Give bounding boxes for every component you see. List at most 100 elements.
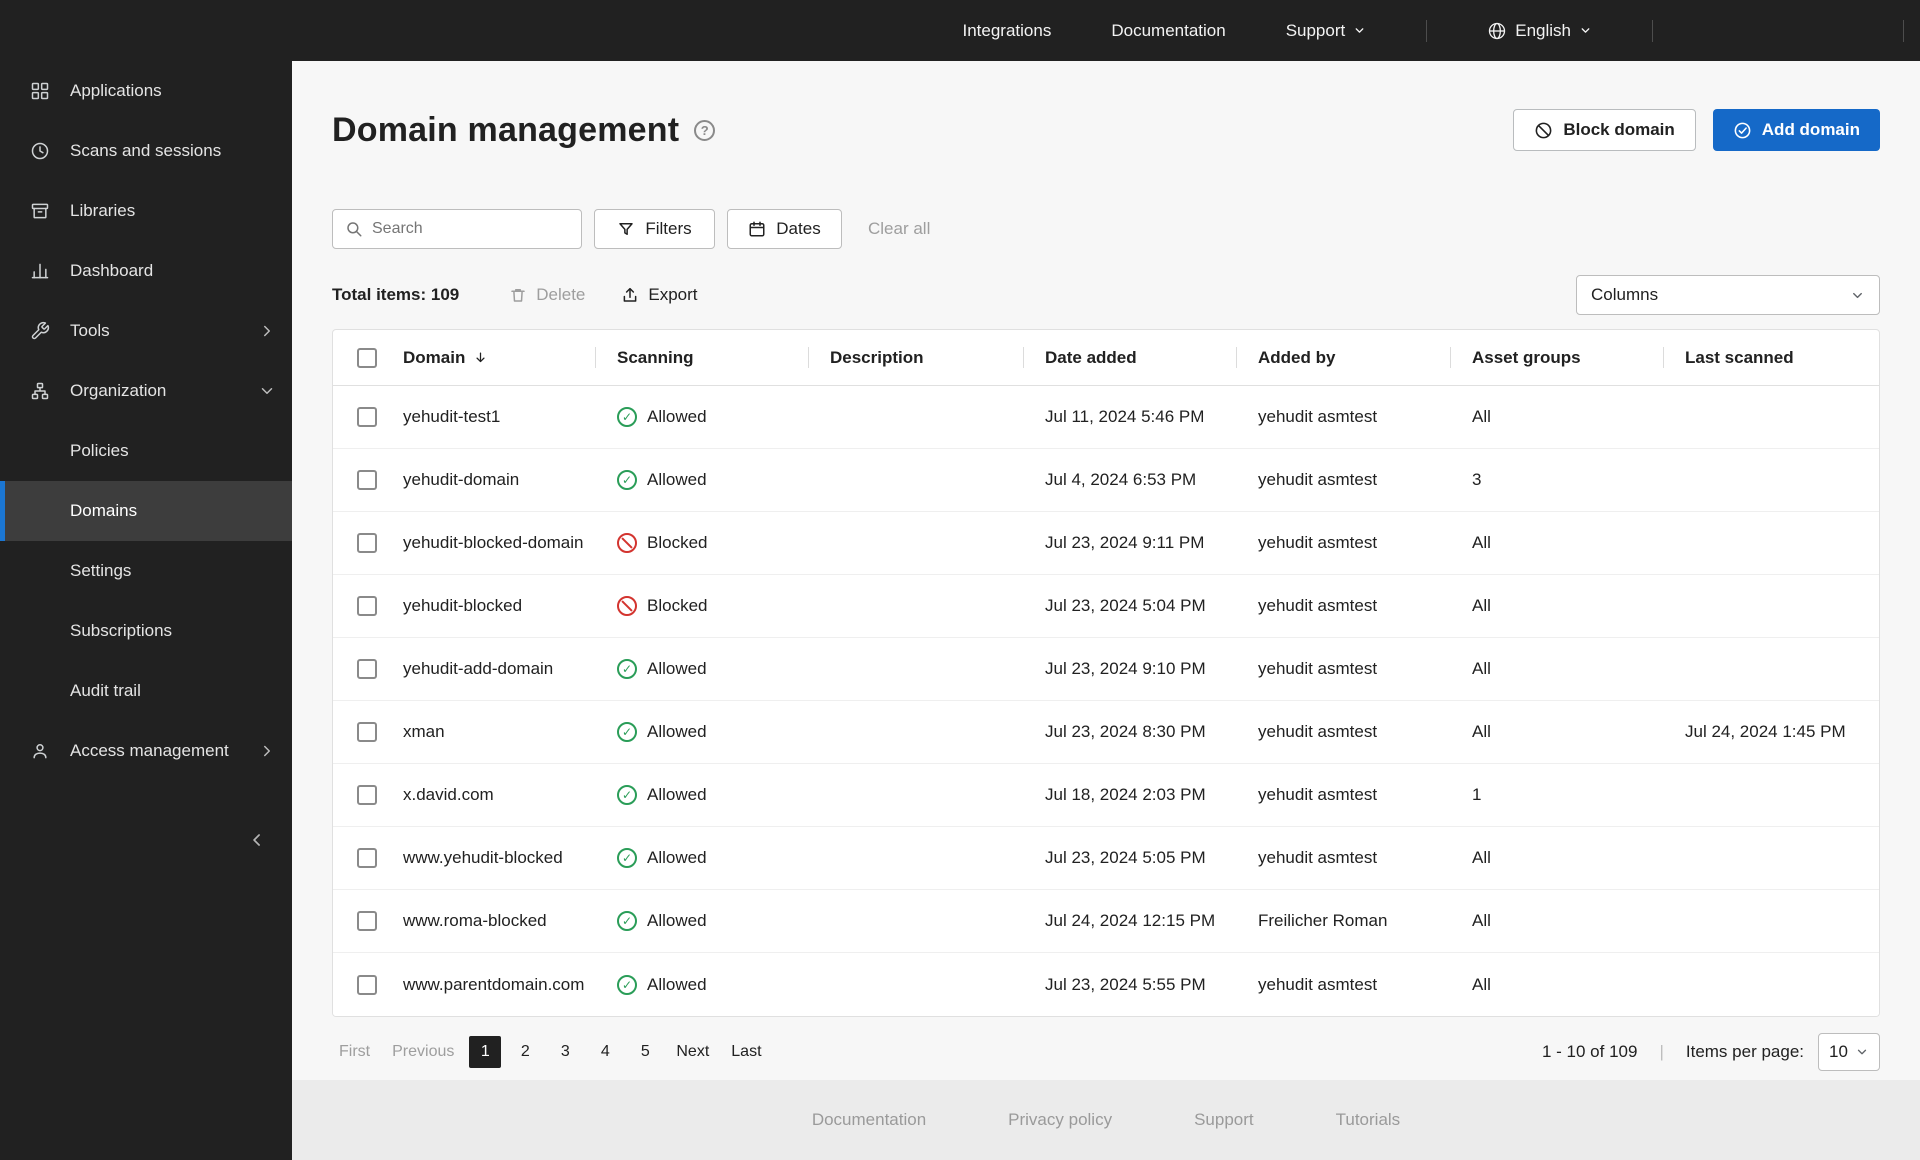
table-row[interactable]: www.yehudit-blocked Allowed Jul 23, 2024… bbox=[333, 827, 1879, 890]
table-row[interactable]: yehudit-add-domain Allowed Jul 23, 2024 … bbox=[333, 638, 1879, 701]
scanning-cell: Allowed bbox=[595, 659, 808, 679]
chevron-down-icon bbox=[1353, 24, 1366, 37]
topbar-menu-support[interactable]: Support bbox=[1286, 21, 1367, 41]
pagination-page-3[interactable]: 3 bbox=[549, 1036, 581, 1068]
footer-link-privacy-policy[interactable]: Privacy policy bbox=[1008, 1110, 1112, 1130]
sidebar-item-audit-trail[interactable]: Audit trail bbox=[0, 661, 292, 721]
topbar-divider bbox=[1652, 19, 1653, 42]
pagination-page-4[interactable]: 4 bbox=[589, 1036, 621, 1068]
sidebar-item-policies[interactable]: Policies bbox=[0, 421, 292, 481]
table-row[interactable]: x.david.com Allowed Jul 18, 2024 2:03 PM… bbox=[333, 764, 1879, 827]
row-checkbox[interactable] bbox=[357, 533, 377, 553]
sidebar-item-dashboard[interactable]: Dashboard bbox=[0, 241, 292, 301]
add-domain-button[interactable]: Add domain bbox=[1712, 109, 1880, 151]
pagination-first-button[interactable]: First bbox=[332, 1036, 377, 1068]
domain-cell: yehudit-add-domain bbox=[403, 659, 554, 678]
table-row[interactable]: www.roma-blocked Allowed Jul 24, 2024 12… bbox=[333, 890, 1879, 953]
column-header-domain[interactable]: Domain bbox=[389, 330, 595, 385]
sidebar-item-label: Domains bbox=[70, 501, 138, 520]
chevron-down-icon bbox=[258, 382, 276, 400]
sidebar-item-access-management[interactable]: Access management bbox=[0, 721, 292, 781]
select-all-checkbox[interactable] bbox=[357, 347, 377, 368]
asset-groups-cell: All bbox=[1472, 911, 1491, 930]
row-checkbox[interactable] bbox=[357, 407, 377, 427]
row-checkbox[interactable] bbox=[357, 596, 377, 616]
table-row[interactable]: yehudit-domain Allowed Jul 4, 2024 6:53 … bbox=[333, 449, 1879, 512]
sidebar-item-label: Access management bbox=[70, 741, 229, 760]
footer: Documentation Privacy policy Support Tut… bbox=[292, 1080, 1920, 1160]
row-checkbox[interactable] bbox=[357, 848, 377, 868]
table-row[interactable]: www.parentdomain.com Allowed Jul 23, 202… bbox=[333, 953, 1879, 1016]
added-by-cell: yehudit asmtest bbox=[1258, 407, 1378, 426]
added-by-cell: yehudit asmtest bbox=[1258, 785, 1378, 804]
row-checkbox[interactable] bbox=[357, 470, 377, 490]
sidebar-item-subscriptions[interactable]: Subscriptions bbox=[0, 601, 292, 661]
search-box bbox=[332, 209, 582, 249]
column-header-date-added: Date added bbox=[1023, 330, 1236, 385]
search-icon bbox=[345, 220, 363, 238]
clear-all-button[interactable]: Clear all bbox=[868, 219, 930, 239]
block-domain-button[interactable]: Block domain bbox=[1513, 109, 1696, 151]
date-added-cell: Jul 23, 2024 9:11 PM bbox=[1045, 533, 1205, 552]
topbar-link-integrations[interactable]: Integrations bbox=[963, 21, 1052, 41]
column-header-added-by: Added by bbox=[1236, 330, 1450, 385]
row-checkbox[interactable] bbox=[357, 722, 377, 742]
chevron-down-icon bbox=[1850, 288, 1865, 303]
footer-link-documentation[interactable]: Documentation bbox=[812, 1110, 926, 1130]
add-check-icon bbox=[1733, 121, 1752, 140]
sidebar-item-organization[interactable]: Organization bbox=[0, 361, 292, 421]
columns-select[interactable]: Columns bbox=[1576, 275, 1880, 315]
table-row[interactable]: yehudit-test1 Allowed Jul 11, 2024 5:46 … bbox=[333, 386, 1879, 449]
pagination-page-2[interactable]: 2 bbox=[509, 1036, 541, 1068]
footer-link-support[interactable]: Support bbox=[1194, 1110, 1254, 1130]
sidebar: Applications Scans and sessions Librarie… bbox=[0, 0, 292, 1160]
date-added-cell: Jul 23, 2024 8:30 PM bbox=[1045, 722, 1206, 741]
sidebar-item-tools[interactable]: Tools bbox=[0, 301, 292, 361]
row-checkbox[interactable] bbox=[357, 911, 377, 931]
scanning-cell: Allowed bbox=[595, 974, 808, 995]
asset-groups-cell: 3 bbox=[1472, 470, 1482, 489]
dates-button[interactable]: Dates bbox=[727, 209, 842, 249]
added-by-cell: yehudit asmtest bbox=[1258, 848, 1378, 867]
pagination-last-button[interactable]: Last bbox=[724, 1036, 768, 1068]
table-row[interactable]: yehudit-blocked-domain Blocked Jul 23, 2… bbox=[333, 512, 1879, 575]
scanning-cell: Blocked bbox=[595, 596, 808, 616]
table-row[interactable]: xman Allowed Jul 23, 2024 8:30 PM yehudi… bbox=[333, 701, 1879, 764]
domain-cell: yehudit-domain bbox=[403, 470, 520, 489]
added-by-cell: yehudit asmtest bbox=[1258, 722, 1378, 741]
export-icon bbox=[621, 286, 639, 304]
filters-button[interactable]: Filters bbox=[594, 209, 715, 249]
pagination-previous-button[interactable]: Previous bbox=[385, 1036, 461, 1068]
sidebar-item-libraries[interactable]: Libraries bbox=[0, 181, 292, 241]
sidebar-item-settings[interactable]: Settings bbox=[0, 541, 292, 601]
sidebar-item-applications[interactable]: Applications bbox=[0, 61, 292, 121]
sidebar-collapse-button[interactable] bbox=[242, 825, 272, 855]
search-input[interactable] bbox=[372, 220, 569, 238]
pagination-page-5[interactable]: 5 bbox=[629, 1036, 661, 1068]
table-row[interactable]: yehudit-blocked Blocked Jul 23, 2024 5:0… bbox=[333, 575, 1879, 638]
asset-groups-cell: All bbox=[1472, 722, 1491, 741]
sidebar-item-scans-and-sessions[interactable]: Scans and sessions bbox=[0, 121, 292, 181]
delete-button[interactable]: Delete bbox=[509, 285, 585, 305]
export-button[interactable]: Export bbox=[621, 285, 698, 305]
pagination-next-button[interactable]: Next bbox=[669, 1036, 716, 1068]
help-icon[interactable] bbox=[694, 119, 716, 141]
items-per-page-select[interactable]: 10 bbox=[1818, 1033, 1880, 1071]
content: Domain management Block domain Add domai… bbox=[292, 61, 1920, 1080]
language-selector[interactable]: English bbox=[1487, 21, 1592, 41]
sidebar-item-domains[interactable]: Domains bbox=[0, 481, 292, 541]
asset-groups-cell: All bbox=[1472, 659, 1491, 678]
topbar-link-documentation[interactable]: Documentation bbox=[1111, 21, 1225, 41]
footer-link-tutorials[interactable]: Tutorials bbox=[1336, 1110, 1401, 1130]
row-checkbox[interactable] bbox=[357, 974, 377, 995]
asset-groups-cell: All bbox=[1472, 974, 1491, 994]
row-checkbox[interactable] bbox=[357, 785, 377, 805]
asset-groups-cell: 1 bbox=[1472, 785, 1482, 804]
pagination-page-1[interactable]: 1 bbox=[469, 1036, 502, 1068]
row-checkbox[interactable] bbox=[357, 659, 377, 679]
topbar: Integrations Documentation Support Engli… bbox=[292, 0, 1920, 61]
column-header-scanning: Scanning bbox=[595, 330, 808, 385]
domain-cell: yehudit-blocked-domain bbox=[403, 533, 584, 552]
domain-cell: x.david.com bbox=[403, 785, 494, 804]
access-management-icon bbox=[30, 741, 50, 761]
